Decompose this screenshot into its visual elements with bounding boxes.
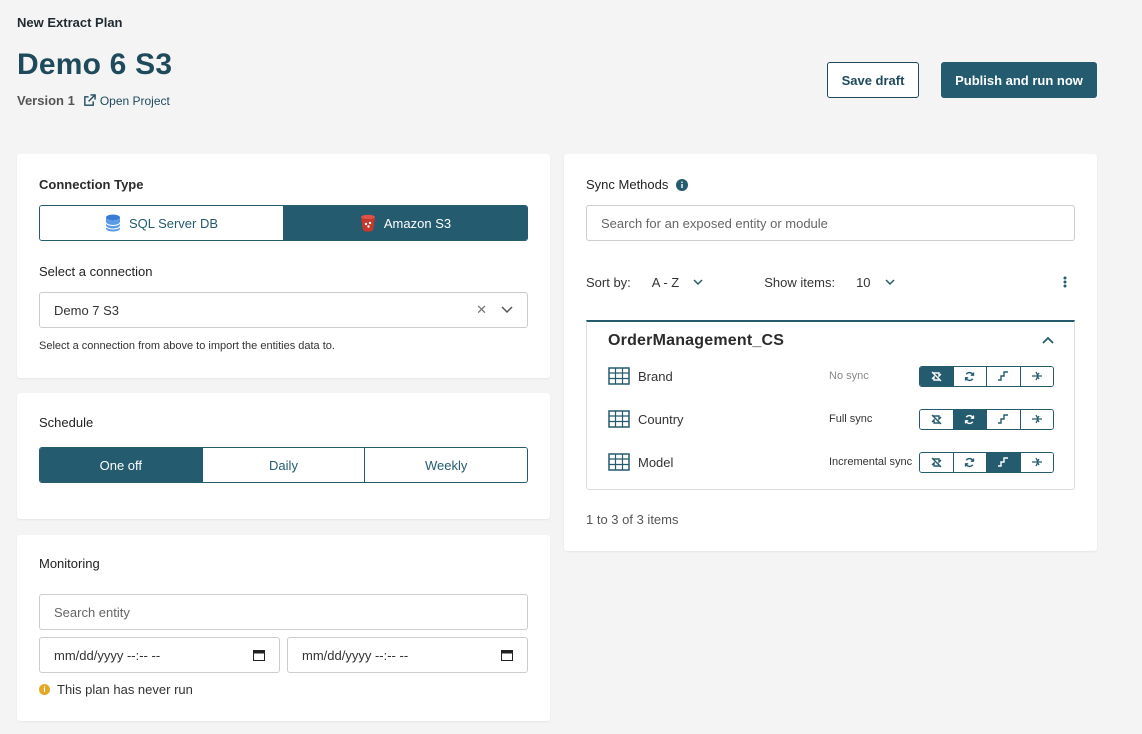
- sort-select[interactable]: A - Z: [652, 275, 703, 290]
- sort-label: Sort by:: [586, 274, 631, 290]
- schedule-daily[interactable]: Daily: [201, 448, 365, 482]
- info-icon: i: [39, 684, 50, 695]
- connection-hint: Select a connection from above to import…: [39, 340, 335, 352]
- clear-icon[interactable]: ✕: [476, 302, 487, 318]
- merge-sync-icon[interactable]: [1019, 366, 1053, 386]
- sync-mode-toggle: [919, 365, 1054, 387]
- incremental-sync-icon[interactable]: [986, 452, 1020, 472]
- sync-mode-toggle: [919, 451, 1054, 473]
- publish-run-button[interactable]: Publish and run now: [941, 62, 1097, 98]
- full-sync-icon[interactable]: [952, 366, 986, 386]
- incremental-sync-icon[interactable]: [986, 366, 1020, 386]
- schedule-toggle: One off Daily Weekly: [39, 447, 528, 483]
- entity-row: Brand No sync: [608, 364, 1054, 388]
- run-status-text: This plan has never run: [57, 682, 193, 697]
- info-icon[interactable]: [676, 178, 689, 191]
- version-label: Version 1: [17, 93, 75, 108]
- monitoring-card: Monitoring Search entity mm/dd/yyyy --:-…: [17, 535, 550, 721]
- save-draft-button[interactable]: Save draft: [827, 62, 919, 98]
- sort-value: A - Z: [651, 274, 680, 290]
- chevron-down-icon: [693, 278, 703, 285]
- connection-type-label: Connection Type: [39, 177, 144, 192]
- full-sync-icon[interactable]: [952, 452, 986, 472]
- sync-status: Full sync: [829, 413, 873, 425]
- monitoring-label: Monitoring: [39, 556, 100, 571]
- amazon-s3-option[interactable]: Amazon S3: [283, 206, 527, 240]
- select-connection-label: Select a connection: [39, 264, 153, 279]
- schedule-card: Schedule One off Daily Weekly: [17, 393, 550, 519]
- version-row: Version 1 Open Project: [17, 93, 170, 108]
- s3-bucket-icon: [360, 214, 375, 232]
- database-icon: [105, 214, 121, 232]
- open-project-label: Open Project: [99, 93, 170, 108]
- calendar-icon[interactable]: [501, 649, 513, 661]
- entity-row: Country Full sync: [608, 407, 1054, 431]
- date-to-input[interactable]: mm/dd/yyyy --:-- --: [287, 637, 528, 673]
- module-title: OrderManagement_CS: [608, 332, 785, 349]
- no-sync-icon[interactable]: [920, 409, 953, 429]
- date-to-value: mm/dd/yyyy --:-- --: [302, 647, 409, 663]
- run-status: i This plan has never run: [39, 682, 193, 697]
- incremental-sync-icon[interactable]: [986, 409, 1020, 429]
- sql-server-label: SQL Server DB: [128, 215, 219, 231]
- connection-select-value: Demo 7 S3: [54, 302, 120, 318]
- merge-sync-icon[interactable]: [1019, 452, 1053, 472]
- sync-methods-label: Sync Methods: [586, 177, 669, 192]
- connection-type-toggle: SQL Server DB Amazon S3: [39, 205, 528, 241]
- entity-row: Model Incremental sync: [608, 450, 1054, 474]
- table-icon: [608, 367, 630, 385]
- more-vertical-icon[interactable]: [1063, 276, 1067, 288]
- show-items-label: Show items:: [764, 274, 836, 290]
- sort-controls: Sort by: A - Z Show items: 10: [586, 272, 1075, 292]
- schedule-one-off[interactable]: One off: [40, 448, 202, 482]
- search-entity-input[interactable]: Search entity: [39, 594, 528, 630]
- open-project-link[interactable]: Open Project: [83, 94, 170, 108]
- connection-card: Connection Type SQL Server DB Amazon S3 …: [17, 154, 550, 378]
- no-sync-icon[interactable]: [920, 452, 953, 472]
- entity-name: Brand: [638, 368, 673, 384]
- schedule-label: Schedule: [39, 415, 94, 430]
- table-icon: [608, 410, 630, 428]
- merge-sync-icon[interactable]: [1019, 409, 1053, 429]
- external-link-icon: [83, 94, 96, 106]
- calendar-icon[interactable]: [253, 649, 265, 661]
- table-icon: [608, 453, 630, 471]
- page-title: Demo 6 S3: [17, 48, 173, 81]
- chevron-down-icon: [885, 278, 895, 285]
- connection-select[interactable]: Demo 7 S3 ✕: [39, 292, 528, 328]
- schedule-weekly[interactable]: Weekly: [364, 448, 527, 482]
- entity-name: Country: [638, 411, 684, 427]
- entity-name: Model: [638, 454, 674, 470]
- sync-mode-toggle: [919, 408, 1054, 430]
- breadcrumb: New Extract Plan: [17, 15, 123, 30]
- sync-search-placeholder: Search for an exposed entity or module: [601, 215, 828, 231]
- pagination-summary: 1 to 3 of 3 items: [586, 512, 679, 527]
- sync-methods-card: Sync Methods Search for an exposed entit…: [564, 154, 1097, 551]
- chevron-up-icon[interactable]: [1042, 336, 1054, 344]
- date-from-value: mm/dd/yyyy --:-- --: [54, 647, 161, 663]
- show-items-select[interactable]: 10: [856, 274, 895, 290]
- sql-server-option[interactable]: SQL Server DB: [40, 206, 283, 240]
- no-sync-icon[interactable]: [920, 366, 953, 386]
- sync-methods-header: Sync Methods: [586, 177, 689, 192]
- sync-status: No sync: [829, 370, 869, 382]
- show-items-value: 10: [856, 274, 871, 290]
- date-from-input[interactable]: mm/dd/yyyy --:-- --: [39, 637, 280, 673]
- sync-search-input[interactable]: Search for an exposed entity or module: [586, 205, 1075, 241]
- search-entity-placeholder: Search entity: [54, 604, 130, 620]
- module-panel: OrderManagement_CS Brand No sync Country Fu…: [586, 320, 1075, 490]
- chevron-down-icon: [501, 306, 513, 314]
- sync-status: Incremental sync: [829, 456, 913, 468]
- full-sync-icon[interactable]: [952, 409, 986, 429]
- amazon-s3-label: Amazon S3: [383, 215, 452, 231]
